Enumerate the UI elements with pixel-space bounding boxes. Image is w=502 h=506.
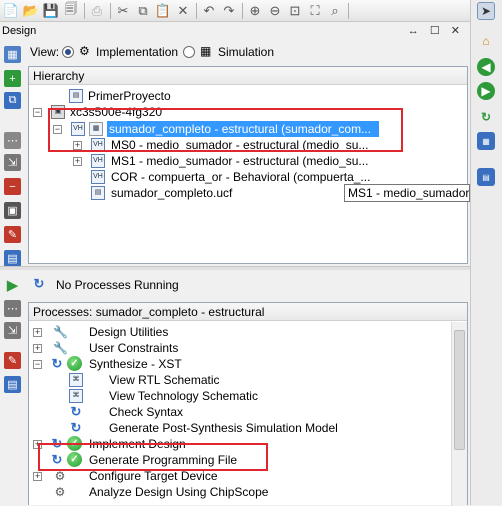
copy-icon[interactable]: ⧉: [134, 2, 152, 20]
simulation-label[interactable]: Simulation: [218, 45, 274, 59]
refresh-icon: ↻: [70, 404, 82, 419]
hierarchy-panel: Hierarchy ▤ PrimerProyecto − ▣ xc3s500e-…: [28, 66, 468, 264]
highlight-box: [38, 443, 268, 471]
constraints-file-icon: ▤: [91, 186, 105, 200]
new-source-icon[interactable]: ▦: [4, 46, 21, 63]
vertical-scrollbar[interactable]: [451, 322, 467, 506]
panel-controls[interactable]: ↔ ☐ ✕: [408, 24, 464, 37]
redo-icon[interactable]: ↷: [220, 2, 238, 20]
zoom-out-icon[interactable]: ⊖: [266, 2, 284, 20]
view-selector: View: ⚙ Implementation ▦ Simulation: [28, 42, 468, 64]
zoom-fit-icon[interactable]: ⊡: [286, 2, 304, 20]
success-icon: ✓: [67, 356, 82, 371]
schematic-icon: ⌘: [69, 373, 83, 387]
highlight-box: [48, 108, 403, 152]
zoom-area-icon[interactable]: ⌕: [326, 2, 344, 20]
layout-icon[interactable]: ▤: [4, 376, 21, 393]
wrench-icon: 🔧: [53, 325, 68, 339]
vhdl-file-icon: VH: [91, 170, 105, 184]
undo-icon[interactable]: ↶: [200, 2, 218, 20]
design-panel-title: Design: [2, 25, 37, 37]
new-file-icon[interactable]: 📄: [2, 2, 20, 20]
zoom-in-icon[interactable]: ⊕: [246, 2, 264, 20]
simulation-radio[interactable]: [183, 46, 195, 58]
scroll-thumb[interactable]: [454, 330, 465, 450]
expand-all-icon[interactable]: ⇲: [4, 322, 21, 339]
wrench-icon: 🔧: [53, 341, 68, 355]
expand-icon[interactable]: +: [33, 328, 42, 337]
view-label: View:: [30, 45, 60, 59]
main-toolbar: 📄 📂 💾 🗐 ⎙ ✂ ⧉ 📋 ✕ ↶ ↷ ⊕ ⊖ ⊡ ⛶ ⌕: [0, 0, 470, 22]
properties-icon[interactable]: ✎: [4, 226, 21, 243]
right-tool-strip: ➤ ⌂ ◀ ▶ ↻ ▦ ▤: [470, 0, 502, 505]
chip-icon[interactable]: ▣: [4, 202, 21, 219]
device-icon: ⚙: [54, 469, 66, 483]
schematic-icon: ⌘: [69, 389, 83, 403]
paste-icon[interactable]: 📋: [154, 2, 172, 20]
add-copy-source-icon[interactable]: ⧉: [4, 92, 21, 109]
hierarchy-icon[interactable]: ⋯: [4, 300, 21, 317]
save-all-icon[interactable]: 🗐: [62, 1, 80, 20]
implementation-icon: ⚙: [79, 44, 90, 58]
tooltip: MS1 - medio_sumador - estru: [344, 184, 470, 202]
simulation-icon: ▦: [200, 44, 212, 58]
refresh-icon: ↻: [33, 276, 45, 291]
implementation-radio[interactable]: [62, 46, 74, 58]
run-icon[interactable]: ▶: [4, 276, 21, 294]
save-icon[interactable]: 💾: [42, 2, 60, 20]
home-icon[interactable]: ⌂: [477, 32, 495, 50]
expand-icon[interactable]: +: [33, 344, 42, 353]
expand-icon[interactable]: +: [73, 157, 82, 166]
design-left-tools: ▦ + ⧉ ⋯ ⇲ − ▣ ✎ ▤: [0, 42, 26, 267]
process-status: ↻ No Processes Running: [33, 276, 179, 293]
process-left-tools: ▶ ⋯ ⇲ ✎ ▤: [0, 272, 26, 505]
collapse-icon[interactable]: −: [33, 360, 42, 369]
print-icon[interactable]: ⎙: [88, 2, 106, 20]
cut-icon[interactable]: ✂: [114, 2, 132, 20]
hierarchy-icon[interactable]: ⋯: [4, 132, 21, 149]
refresh-icon: ↻: [51, 356, 63, 371]
design-panel-header: Design ↔ ☐ ✕: [0, 24, 468, 40]
add-source-icon[interactable]: +: [4, 70, 21, 87]
pointer-icon[interactable]: ➤: [477, 2, 495, 20]
back-icon[interactable]: ◀: [477, 58, 495, 76]
splitter[interactable]: [0, 266, 470, 270]
expand-icon[interactable]: +: [33, 472, 42, 481]
remove-icon[interactable]: −: [4, 178, 21, 195]
processes-panel: Processes: sumador_completo - estructura…: [28, 302, 468, 506]
hierarchy-header: Hierarchy: [29, 67, 467, 85]
chipscope-icon: ⚙: [54, 485, 66, 499]
vhdl-file-icon: VH: [91, 154, 105, 168]
process-properties-icon[interactable]: ✎: [4, 352, 21, 369]
project-icon: ▤: [69, 89, 83, 103]
refresh-icon: ↻: [70, 420, 82, 435]
processes-header: Processes: sumador_completo - estructura…: [29, 303, 467, 321]
refresh-icon[interactable]: ↻: [477, 108, 495, 126]
panel-icon[interactable]: ▤: [477, 168, 495, 186]
zoom-full-icon[interactable]: ⛶: [306, 2, 324, 20]
expand-icon[interactable]: ⇲: [4, 154, 21, 171]
forward-icon[interactable]: ▶: [477, 82, 495, 100]
delete-icon[interactable]: ✕: [174, 2, 192, 20]
collapse-icon[interactable]: −: [33, 108, 42, 117]
implementation-label[interactable]: Implementation: [96, 45, 178, 59]
layout-icon[interactable]: ▤: [4, 250, 21, 267]
grid-icon[interactable]: ▦: [477, 132, 495, 150]
open-folder-icon[interactable]: 📂: [22, 2, 40, 20]
